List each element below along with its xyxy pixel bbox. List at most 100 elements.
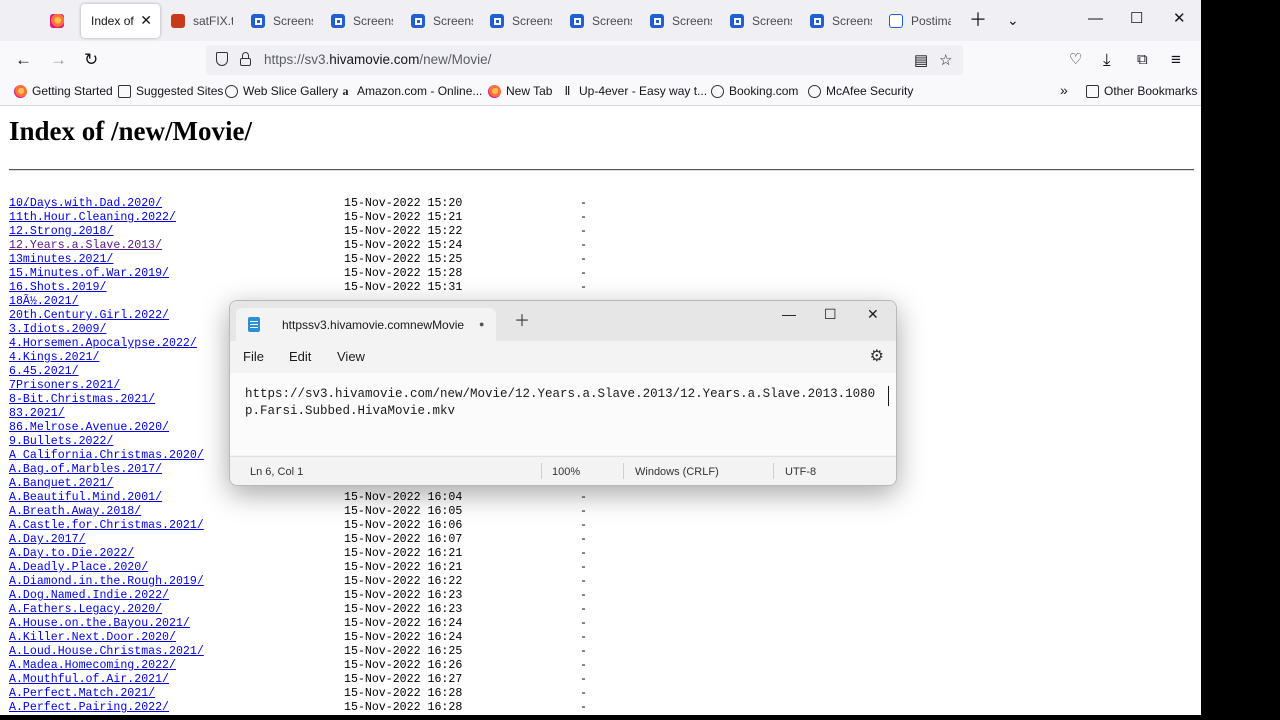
zoom-level[interactable]: 100% [552, 466, 580, 478]
list-all-tabs-chevron-icon[interactable]: ⌄ [1007, 10, 1019, 30]
file-size: - [580, 687, 587, 700]
directory-link[interactable]: A.Killer.Next.Door.2020/ [9, 631, 176, 645]
bookmark-suggested-sites[interactable]: Suggested Sites [118, 84, 223, 98]
close-tab-icon[interactable]: ✕ [140, 13, 152, 27]
directory-link[interactable]: A.Breath.Away.2018/ [9, 505, 141, 519]
forward-arrow-icon[interactable]: → [50, 50, 67, 70]
new-tab-icon[interactable]: ＋ [514, 314, 530, 330]
tab-postimages[interactable]: Postima [879, 4, 951, 38]
reload-icon[interactable]: ↻ [84, 50, 98, 70]
bookmark-mcafee[interactable]: McAfee Security [808, 84, 913, 98]
tab-screenshot[interactable]: Screens [800, 4, 872, 38]
directory-link[interactable]: A.Banquet.2021/ [9, 477, 113, 491]
reader-view-icon[interactable]: ▤ [914, 51, 928, 69]
minimize-icon[interactable]: — [1088, 9, 1103, 29]
directory-link[interactable]: 16.Shots.2019/ [9, 281, 106, 295]
new-tab-icon[interactable]: ＋ [969, 10, 987, 30]
directory-link[interactable]: A.Day.to.Die.2022/ [9, 547, 134, 561]
extensions-icon[interactable]: ⧉ [1137, 50, 1148, 70]
directory-link[interactable]: A.Deadly.Place.2020/ [9, 561, 148, 575]
directory-link[interactable]: 4.Kings.2021/ [9, 351, 99, 365]
directory-link[interactable]: A.Diamond.in.the.Rough.2019/ [9, 575, 204, 589]
directory-link[interactable]: A.Mouthful.of.Air.2021/ [9, 673, 169, 687]
directory-link[interactable]: A.Fathers.Legacy.2020/ [9, 603, 162, 617]
menu-hamburger-icon[interactable]: ≡ [1171, 50, 1181, 70]
directory-link[interactable]: A.Loud.House.Christmas.2021/ [9, 645, 204, 659]
maximize-icon[interactable]: ☐ [1130, 9, 1143, 29]
settings-gear-icon[interactable]: ⚙ [870, 346, 884, 366]
directory-link[interactable]: A.Perfect.Pairing.2022/ [9, 701, 169, 715]
tab-screenshot[interactable]: Screens [640, 4, 712, 38]
editor-text[interactable]: https://sv3.hivamovie.com/new/Movie/12.Y… [245, 386, 885, 420]
directory-link[interactable]: 8-Bit.Christmas.2021/ [9, 393, 155, 407]
directory-link[interactable]: A California.Christmas.2020/ [9, 449, 204, 463]
line-ending[interactable]: Windows (CRLF) [635, 466, 719, 478]
text-editor-area[interactable]: https://sv3.hivamovie.com/new/Movie/12.Y… [230, 373, 896, 455]
bookmark-new-tab[interactable]: New Tab [488, 84, 552, 98]
file-size: - [580, 589, 587, 602]
directory-link[interactable]: 12.Strong.2018/ [9, 225, 113, 239]
tab-index-of[interactable]: Index of ✕ [81, 4, 160, 38]
tab-firefox-view[interactable] [40, 4, 78, 38]
downloads-icon[interactable]: ⤓ [1103, 50, 1111, 70]
directory-link[interactable]: A.Perfect.Match.2021/ [9, 687, 155, 701]
directory-link[interactable]: 18Ã½.2021/ [9, 295, 79, 309]
directory-listing: ../ 10.Days.with.Dad.2020/15-Nov-2022 15… [9, 183, 587, 715]
directory-link[interactable]: 13minutes.2021/ [9, 253, 113, 267]
directory-link[interactable]: 4.Horsemen.Apocalypse.2022/ [9, 337, 197, 351]
bookmark-label: Other Bookmarks [1104, 84, 1198, 98]
directory-link[interactable]: 6.45.2021/ [9, 365, 79, 379]
minimize-icon[interactable]: — [782, 307, 796, 321]
table-row: 20th.Century.Girl.2022/ [9, 309, 169, 323]
tab-screenshot[interactable]: Screens [560, 4, 632, 38]
bookmark-up4ever[interactable]: Ⅱ Up-4ever - Easy way t... [561, 84, 708, 98]
directory-link[interactable]: 7Prisoners.2021/ [9, 379, 120, 393]
bookmark-booking[interactable]: Booking.com [711, 84, 798, 98]
file-size: - [580, 281, 587, 294]
bookmark-amazon[interactable]: a Amazon.com - Online... [339, 84, 483, 98]
tab-satfix[interactable]: satFIX.tc [161, 4, 233, 38]
directory-link[interactable]: A.Day.2017/ [9, 533, 86, 547]
address-bar[interactable]: https://sv3.hivamovie.com/new/Movie/ ▤ ☆ [206, 45, 963, 75]
tab-screenshot[interactable]: Screens [480, 4, 552, 38]
site-lock-icon[interactable] [240, 52, 251, 66]
table-row: A.Day.to.Die.2022/15-Nov-2022 16:21 - [9, 547, 587, 561]
directory-link[interactable]: 10.Days.with.Dad.2020/ [9, 197, 162, 211]
tab-screenshot[interactable]: Screens [241, 4, 313, 38]
encoding[interactable]: UTF-8 [785, 466, 816, 478]
directory-link[interactable]: 11th.Hour.Cleaning.2022/ [9, 211, 176, 225]
notepad-document-tab[interactable]: httpssv3.hivamovie.comnewMovie ● [236, 308, 496, 341]
tracking-protection-shield-icon[interactable] [216, 52, 228, 66]
directory-link[interactable]: 3.Idiots.2009/ [9, 323, 106, 337]
close-window-icon[interactable]: ✕ [1173, 9, 1186, 29]
menu-edit[interactable]: Edit [289, 349, 311, 364]
directory-link[interactable]: A.Bag.of.Marbles.2017/ [9, 463, 162, 477]
directory-link[interactable]: A.Madea.Homecoming.2022/ [9, 659, 176, 673]
directory-link[interactable]: A.Castle.for.Christmas.2021/ [9, 519, 204, 533]
pocket-icon[interactable]: ♡ [1069, 50, 1082, 70]
directory-link[interactable]: A.Beautiful.Mind.2001/ [9, 491, 162, 505]
directory-link[interactable]: 9.Bullets.2022/ [9, 435, 113, 449]
directory-link[interactable]: 20th.Century.Girl.2022/ [9, 309, 169, 323]
close-window-icon[interactable]: ✕ [867, 307, 879, 321]
directory-link[interactable]: 12.Years.a.Slave.2013/ [9, 239, 162, 253]
tab-screenshot[interactable]: Screens [321, 4, 393, 38]
directory-link[interactable]: 86.Melrose.Avenue.2020/ [9, 421, 169, 435]
bookmark-star-icon[interactable]: ☆ [939, 51, 952, 69]
bookmark-getting-started[interactable]: Getting Started [14, 84, 113, 98]
maximize-icon[interactable]: ☐ [824, 307, 837, 321]
back-arrow-icon[interactable]: ← [15, 50, 32, 70]
other-bookmarks[interactable]: Other Bookmarks [1086, 84, 1197, 98]
bookmark-web-slice-gallery[interactable]: Web Slice Gallery [225, 84, 338, 98]
directory-link[interactable]: A.Dog.Named.Indie.2022/ [9, 589, 169, 603]
directory-link[interactable]: 83.2021/ [9, 407, 65, 421]
tab-screenshot[interactable]: Screens [720, 4, 792, 38]
url-text[interactable]: https://sv3.hivamovie.com/new/Movie/ [264, 52, 491, 67]
more-bookmarks-chevron-icon[interactable]: » [1060, 82, 1068, 98]
directory-link[interactable]: A.House.on.the.Bayou.2021/ [9, 617, 190, 631]
tab-screenshot[interactable]: Screens [401, 4, 473, 38]
menu-file[interactable]: File [243, 349, 264, 364]
directory-link[interactable]: 15.Minutes.of.War.2019/ [9, 267, 169, 281]
menu-view[interactable]: View [337, 349, 365, 364]
unsaved-dot-icon[interactable]: ● [479, 319, 484, 329]
